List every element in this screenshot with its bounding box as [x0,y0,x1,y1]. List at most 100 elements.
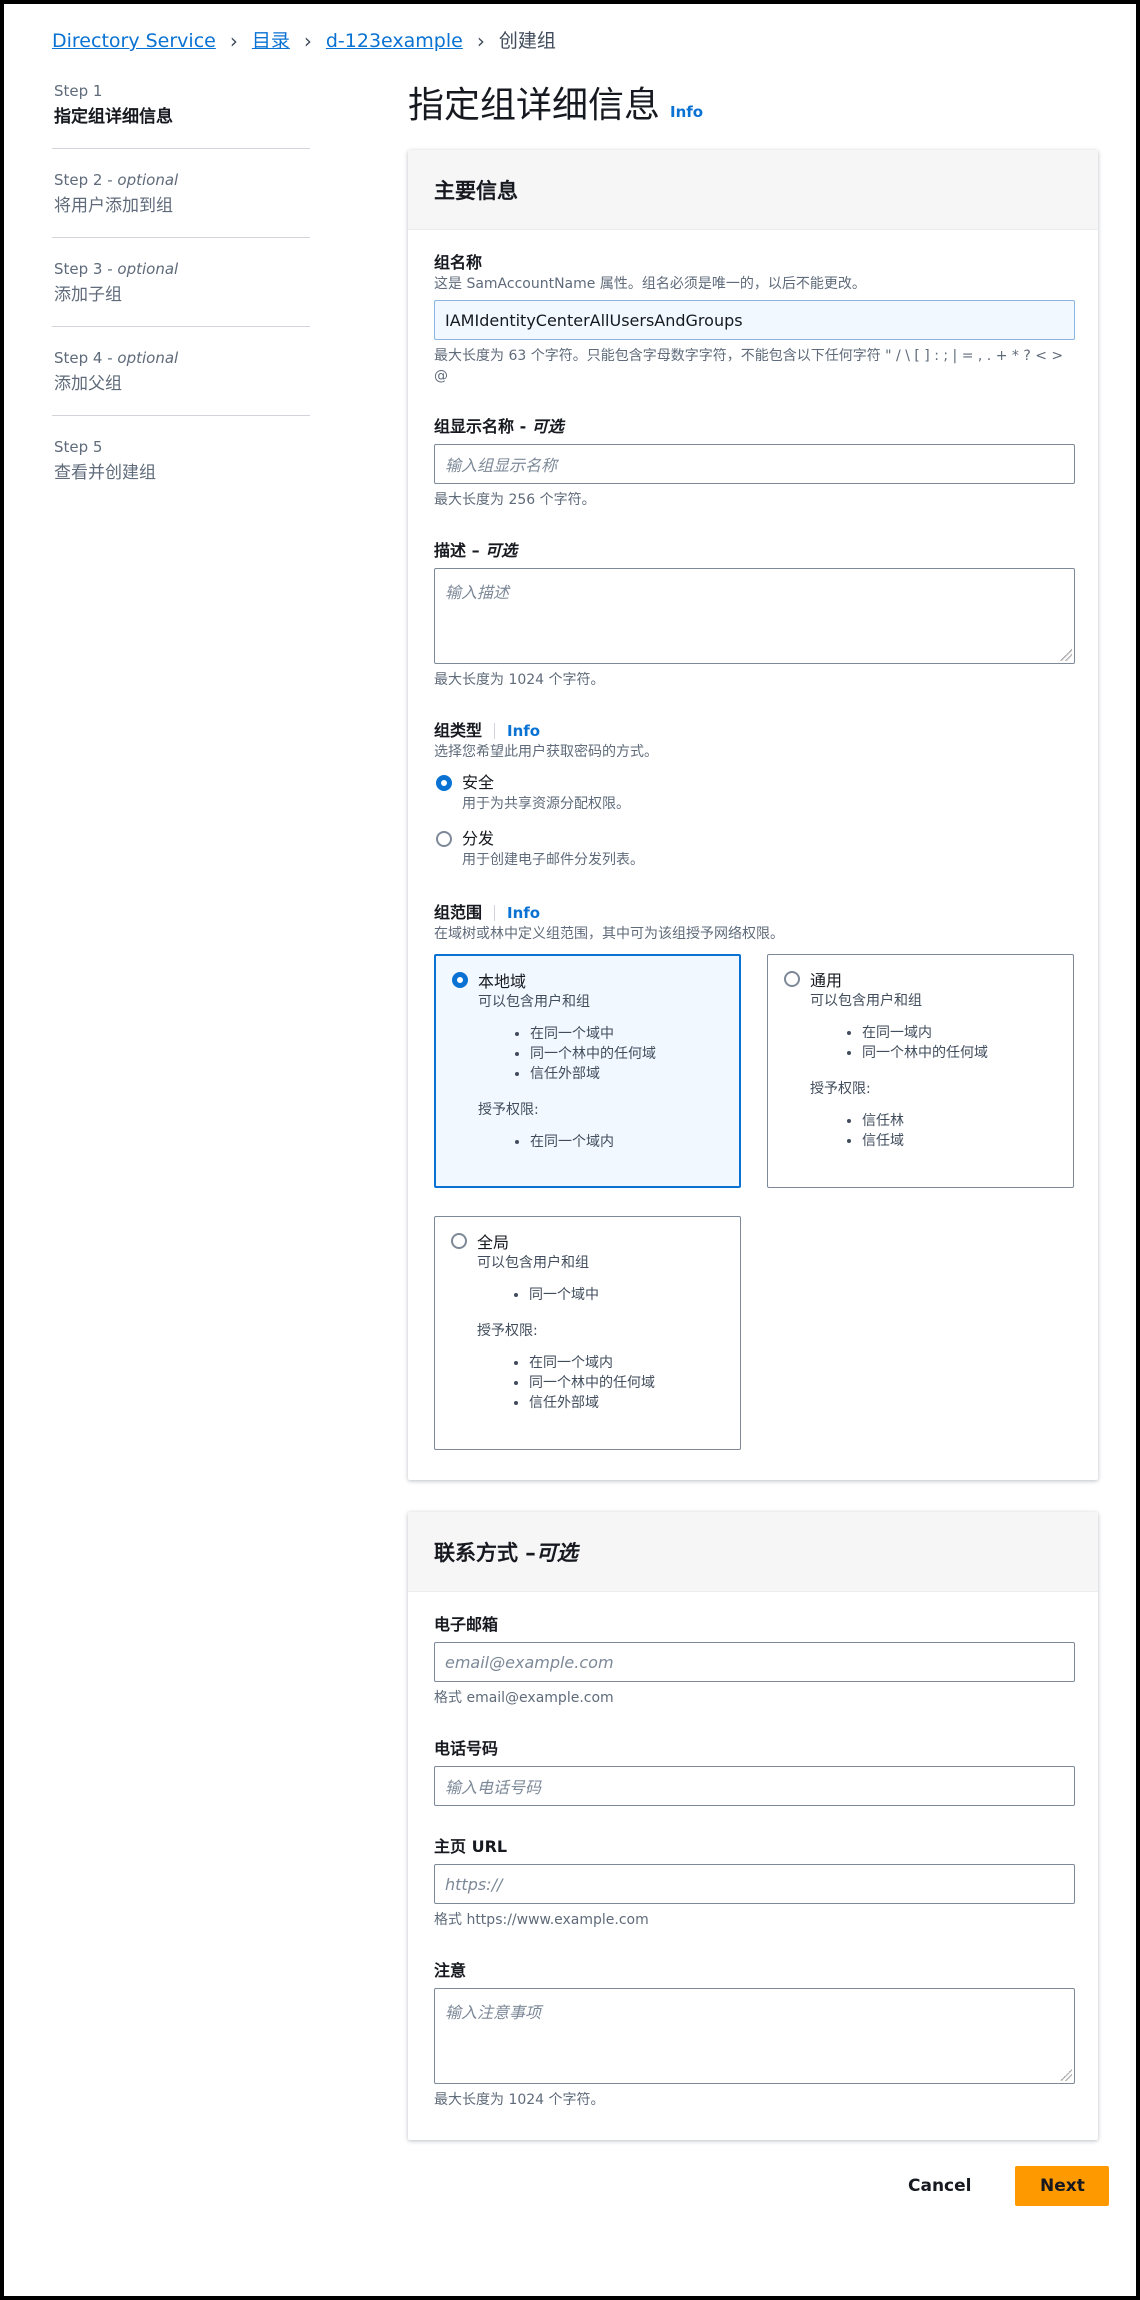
group-name-field: 组名称 这是 SamAccountName 属性。组名必须是唯一的，以后不能更改… [434,252,1075,386]
homepage-input[interactable]: https:// [434,1864,1075,1904]
radio-checked-icon[interactable] [436,775,452,791]
group-scope-desc: 在域树或林中定义组范围，其中可为该组授予网络权限。 [434,926,784,942]
tile-head: 全局 [451,1229,724,1253]
list-item: 同一个林中的任何域 [529,1373,724,1393]
breadcrumb-directory-id[interactable]: d-123example [326,28,463,54]
step-title: 指定组详细信息 [54,107,173,127]
radio-unchecked-icon[interactable] [451,1233,467,1249]
list-item: 同一个林中的任何域 [530,1044,723,1064]
tile-title: 本地域 [478,972,527,991]
list-item: 同一个林中的任何域 [862,1043,1057,1063]
step-4[interactable]: Step 4 - optional 添加父组 [52,347,310,397]
step-label: Step 2 - optional [54,171,179,189]
group-name-input[interactable]: IAMIdentityCenterAllUsersAndGroups [434,300,1075,340]
display-name-field: 组显示名称 - 可选 输入组显示名称 最大长度为 256 个字符。 [434,416,1075,510]
list-item: 信任林 [862,1111,1057,1131]
next-button[interactable]: Next [1015,2166,1110,2206]
description-textarea[interactable]: 输入描述 [434,568,1075,664]
option-title: 分发 [462,829,495,848]
main-info-panel: 主要信息 组名称 这是 SamAccountName 属性。组名必须是唯一的，以… [408,150,1098,1480]
homepage-hint: 格式 https://www.example.com [434,1912,649,1928]
notes-field: 注意 输入注意事项 最大长度为 1024 个字符。 [434,1960,1075,2110]
step-5[interactable]: Step 5 查看并创建组 [52,436,310,486]
resize-grip-icon[interactable] [1060,2069,1072,2081]
description-label: 描述 – 可选 [434,541,518,560]
list-item: 同一个域中 [529,1285,724,1305]
notes-textarea[interactable]: 输入注意事项 [434,1988,1075,2084]
panel-header: 主要信息 [408,150,1098,230]
radio-checked-icon[interactable] [452,972,468,988]
resize-grip-icon[interactable] [1060,649,1072,661]
radio-unchecked-icon[interactable] [784,971,800,987]
list-item: 在同一个域中 [530,1024,723,1044]
tile-title: 通用 [810,971,843,990]
group-scope-field: 组范围 Info 在域树或林中定义组范围，其中可为该组授予网络权限。 [434,902,1075,944]
divider [52,148,310,149]
breadcrumb: Directory Service › 目录 › d-123example › … [52,28,556,54]
email-label: 电子邮箱 [434,1615,499,1634]
description-hint: 最大长度为 1024 个字符。 [434,672,605,688]
divider [52,237,310,238]
notes-hint: 最大长度为 1024 个字符。 [434,2092,605,2108]
breadcrumb-directory-service[interactable]: Directory Service [52,28,216,54]
group-name-desc: 这是 SamAccountName 属性。组名必须是唯一的，以后不能更改。 [434,276,866,292]
tile-grants-list: 信任林 信任域 [784,1111,1057,1151]
list-item: 在同一域内 [862,1023,1057,1043]
page-title: 指定组详细信息 Info [408,76,703,128]
group-scope-info-link[interactable]: Info [507,904,540,922]
tile-text: 可以包含用户和组 [477,1255,589,1271]
email-field: 电子邮箱 email@example.com 格式 email@example.… [434,1614,1075,1708]
tile-head: 通用 [784,967,1057,991]
info-link[interactable]: Info [670,103,703,121]
group-type-option-security[interactable]: 安全 用于为共享资源分配权限。 [434,772,1075,814]
step-3[interactable]: Step 3 - optional 添加子组 [52,258,310,308]
option-title: 安全 [462,773,495,792]
homepage-label: 主页 URL [434,1837,508,1856]
page-frame: Directory Service › 目录 › d-123example › … [0,0,1140,2300]
scope-tile-global[interactable]: 全局 可以包含用户和组 同一个域中 授予权限: 在同一个域内 同一个林中的任何域… [434,1216,741,1450]
step-label: Step 1 [54,82,103,100]
group-scope-label: 组范围 [434,903,483,922]
panel-header: 联系方式 – 可选 [408,1512,1098,1592]
cancel-button[interactable]: Cancel [894,2166,985,2206]
tile-grant-label: 授予权限: [477,1323,538,1339]
homepage-field: 主页 URL https:// 格式 https://www.example.c… [434,1836,1075,1930]
tile-grant-label: 授予权限: [478,1102,539,1118]
step-title: 将用户添加到组 [54,196,173,216]
phone-input[interactable]: 输入电话号码 [434,1766,1075,1806]
group-type-info-link[interactable]: Info [507,722,540,740]
notes-label: 注意 [434,1961,467,1980]
display-name-input[interactable]: 输入组显示名称 [434,444,1075,484]
chevron-right-icon: › [303,29,312,53]
chevron-right-icon: › [476,29,485,53]
group-type-desc: 选择您希望此用户获取密码的方式。 [434,744,658,760]
group-type-label-row: 组类型 Info [434,720,1075,742]
step-label: Step 4 - optional [54,349,179,367]
chevron-right-icon: › [229,29,238,53]
group-type-option-distribution[interactable]: 分发 用于创建电子邮件分发列表。 [434,828,1075,870]
divider [52,326,310,327]
page-heading: 指定组详细信息 [408,85,661,126]
radio-unchecked-icon[interactable] [436,831,452,847]
tile-members-list: 在同一个域中 同一个林中的任何域 信任外部域 [452,1024,723,1084]
tile-grants-list: 在同一个域内 同一个林中的任何域 信任外部域 [451,1353,724,1413]
list-item: 信任外部域 [530,1064,723,1084]
option-desc: 用于为共享资源分配权限。 [462,796,630,812]
breadcrumb-current: 创建组 [498,30,556,52]
scope-tile-domain-local[interactable]: 本地域 可以包含用户和组 在同一个域中 同一个林中的任何域 信任外部域 授予权限… [434,954,741,1188]
tile-grant-label: 授予权限: [810,1081,871,1097]
step-title: 添加父组 [54,374,122,394]
email-hint: 格式 email@example.com [434,1690,614,1706]
group-type-field: 组类型 Info 选择您希望此用户获取密码的方式。 安全 用于为共享资源分配权限… [434,720,1075,870]
tile-members-list: 同一个域中 [451,1285,724,1305]
contact-panel: 联系方式 – 可选 电子邮箱 email@example.com 格式 emai… [408,1512,1098,2140]
scope-tile-universal[interactable]: 通用 可以包含用户和组 在同一域内 同一个林中的任何域 授予权限: 信任林 信任… [767,954,1074,1188]
breadcrumb-directories[interactable]: 目录 [252,28,290,54]
step-2[interactable]: Step 2 - optional 将用户添加到组 [52,169,310,219]
list-item: 信任域 [862,1131,1057,1151]
display-name-label: 组显示名称 - 可选 [434,417,564,436]
email-input[interactable]: email@example.com [434,1642,1075,1682]
wizard-steps: Step 1 指定组详细信息 Step 2 - optional 将用户添加到组… [52,80,310,486]
wizard-footer: Cancel Next [894,2166,1110,2206]
option-desc: 用于创建电子邮件分发列表。 [462,852,644,868]
